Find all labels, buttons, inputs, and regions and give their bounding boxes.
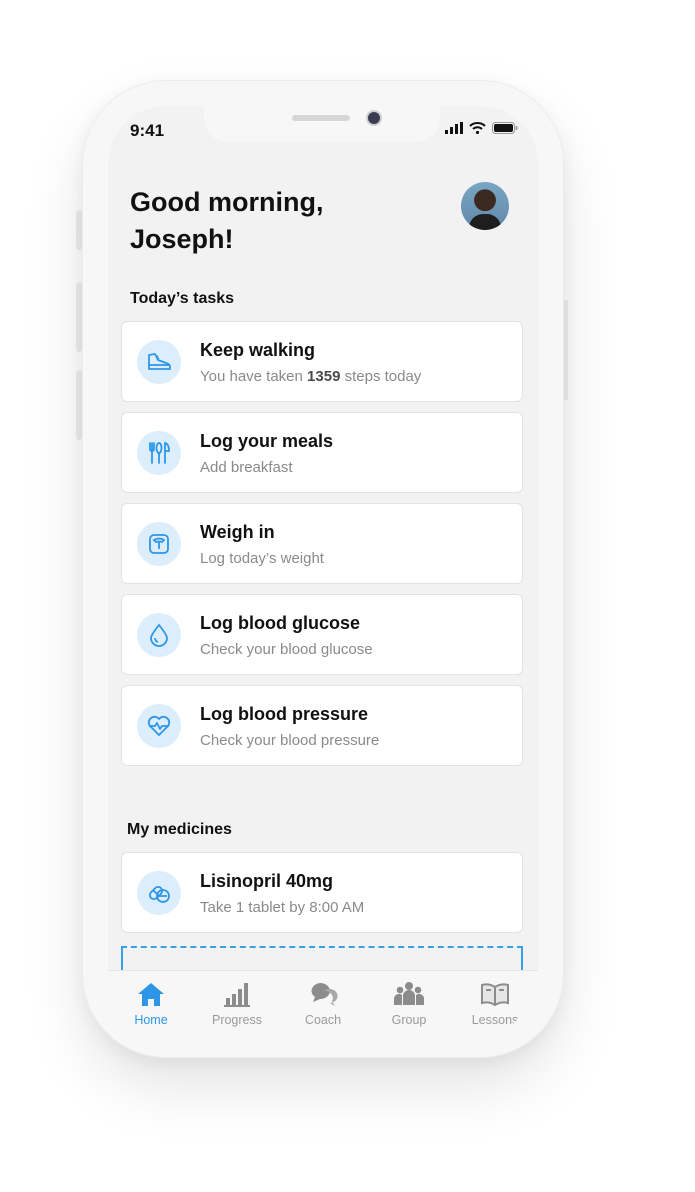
tab-progress[interactable]: Progress (194, 971, 280, 1034)
sneaker-icon (137, 340, 181, 384)
task-subtitle: Log today’s weight (200, 550, 324, 567)
pill-icon (137, 871, 181, 915)
task-subtitle: Check your blood glucose (200, 641, 373, 658)
task-title: Weigh in (200, 522, 275, 542)
task-card-keep-walking[interactable]: Keep walking You have taken 1359 steps t… (121, 321, 523, 402)
task-card-log-meals[interactable]: Log your meals Add breakfast (121, 412, 523, 493)
task-card-weigh-in[interactable]: Weigh in Log today’s weight (121, 503, 523, 584)
app-screen: 9:41 Good morning, Joseph! Today’s tasks… (108, 106, 538, 1034)
tab-group[interactable]: Group (366, 971, 452, 1034)
utensils-icon (137, 431, 181, 475)
home-icon (138, 983, 164, 1006)
speaker-grille (292, 115, 350, 121)
task-card-blood-glucose[interactable]: Log blood glucose Check your blood gluco… (121, 594, 523, 675)
step-count: 1359 (307, 368, 341, 385)
tab-lessons[interactable]: Lessons (452, 971, 538, 1034)
heartbeat-icon (137, 704, 181, 748)
tab-label: Coach (304, 1013, 342, 1027)
medicine-card-lisinopril[interactable]: Lisinopril 40mg Take 1 tablet by 8:00 AM (121, 852, 523, 933)
tab-home[interactable]: Home (108, 971, 194, 1034)
drop-icon (137, 613, 181, 657)
tasks-section-title: Today’s tasks (130, 290, 235, 307)
task-card-blood-pressure[interactable]: Log blood pressure Check your blood pres… (121, 685, 523, 766)
bottom-tab-bar: Home Progress Coach Group Lessons (108, 970, 538, 1034)
medicine-subtitle: Take 1 tablet by 8:00 AM (200, 899, 365, 916)
notch (204, 106, 440, 142)
bar-chart-icon (224, 983, 250, 1007)
tab-label: Group (391, 1013, 427, 1027)
task-title: Log your meals (200, 431, 334, 451)
medicines-section-title: My medicines (127, 821, 232, 838)
task-title: Log blood glucose (200, 613, 360, 633)
tab-label: Progress (211, 1013, 263, 1027)
task-title: Log blood pressure (200, 704, 369, 724)
status-time: 9:41 (130, 121, 165, 140)
avatar[interactable] (461, 182, 509, 230)
task-subtitle: Check your blood pressure (200, 732, 380, 749)
task-subtitle: You have taken 1359 steps today (200, 368, 422, 385)
tab-coach[interactable]: Coach (280, 971, 366, 1034)
task-subtitle: Add breakfast (200, 459, 293, 476)
power-button (564, 300, 568, 400)
tab-label: Lessons (471, 1013, 519, 1027)
wifi-icon (469, 122, 486, 134)
front-camera (368, 112, 380, 124)
greeting-heading: Good morning, Joseph! (130, 187, 324, 254)
group-icon (394, 982, 424, 1005)
scale-icon (137, 522, 181, 566)
signal-icon (445, 122, 463, 134)
tab-label: Home (134, 1013, 168, 1027)
chat-bubbles-icon (311, 983, 338, 1006)
status-icons (445, 122, 518, 134)
task-title: Keep walking (200, 340, 316, 360)
book-icon (481, 983, 509, 1007)
battery-icon (492, 122, 518, 134)
medicine-title: Lisinopril 40mg (200, 871, 334, 891)
